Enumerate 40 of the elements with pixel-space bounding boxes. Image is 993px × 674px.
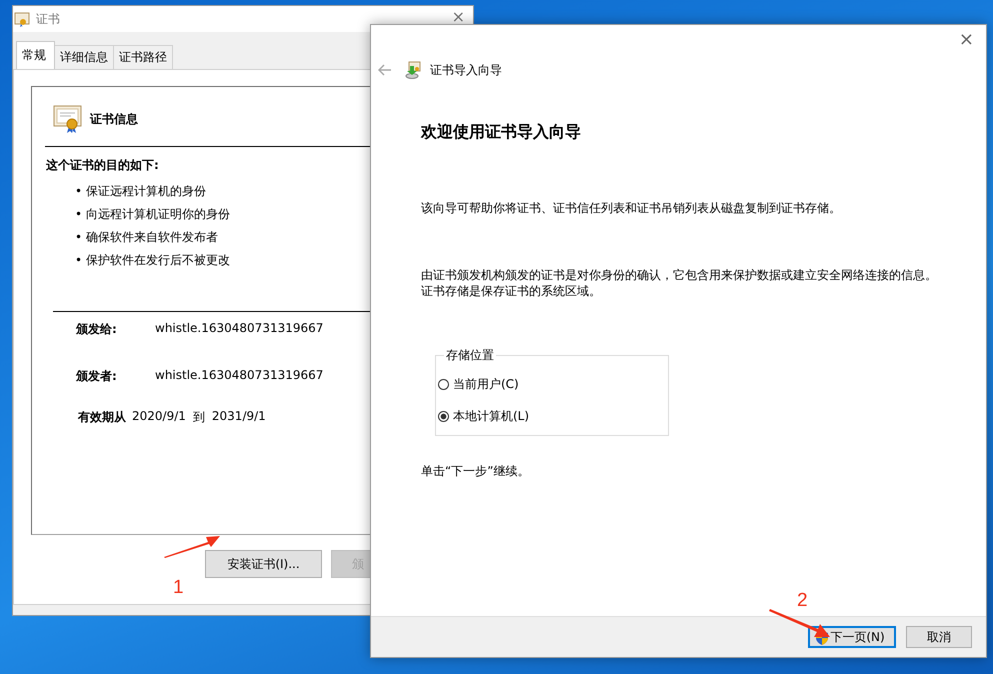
install-button[interactable]: 安装证书(I)... <box>205 550 322 578</box>
radio-button[interactable] <box>438 410 449 422</box>
tab[interactable]: 证书路径 <box>113 45 173 69</box>
radio-label[interactable]: 当前用户(C) <box>453 376 519 392</box>
tab[interactable]: 常规 <box>16 41 55 69</box>
step-number: 1 <box>173 577 184 599</box>
purpose-item: • 保护软件在发行后不被更改 <box>75 252 230 269</box>
validity-date: 2020/9/1 <box>132 409 186 425</box>
description-text: 由证书颁发机构颁发的证书是对你身份的确认，它包含用来保护数据或建立安全网络连接的信息。证书存储是保存证书的系统区域。 <box>421 267 938 299</box>
radio-label[interactable]: 本地计算机(L) <box>453 408 530 424</box>
wizard-title: 证书导入向导 <box>430 62 502 78</box>
field-value: whistle.1630480731319667 <box>155 368 324 384</box>
back-arrow-icon <box>378 64 392 76</box>
validity-label: 有效期从 <box>78 409 126 426</box>
description-text: 该向导可帮助你将证书、证书信任列表和证书吊销列表从磁盘复制到证书存储。 <box>421 200 842 216</box>
arrow <box>768 607 832 639</box>
validity-text: 到 <box>192 409 205 426</box>
purpose-item: • 保证远程计算机的身份 <box>75 183 206 200</box>
purpose-item: • 向远程计算机证明你的身份 <box>75 206 230 223</box>
instruction-text: 单击“下一步”继续。 <box>421 463 530 480</box>
wizard-heading: 欢迎使用证书导入向导 <box>421 122 582 143</box>
cancel-button[interactable]: 取消 <box>906 626 972 648</box>
field-label: 颁发者: <box>76 368 118 385</box>
step-number: 2 <box>797 590 808 612</box>
window-title: 证书 <box>36 10 60 28</box>
close-button[interactable]: × <box>958 29 974 50</box>
field-label: 颁发给: <box>76 321 118 338</box>
certificate-icon <box>53 104 83 134</box>
arrow <box>162 533 222 559</box>
purpose-heading: 这个证书的目的如下: <box>46 157 160 174</box>
certificate-import-icon <box>405 61 421 79</box>
next-button[interactable]: 下一页(N) <box>808 626 896 648</box>
certificate-icon <box>14 11 30 27</box>
purpose-item: • 确保软件来自软件发布者 <box>75 229 218 246</box>
radio-button[interactable] <box>438 378 449 390</box>
close-button[interactable]: × <box>452 11 465 23</box>
section-title: 证书信息 <box>90 110 138 128</box>
validity-date: 2031/9/1 <box>212 409 266 425</box>
field-value: whistle.1630480731319667 <box>155 321 324 337</box>
group-label: 存储位置 <box>444 347 496 364</box>
